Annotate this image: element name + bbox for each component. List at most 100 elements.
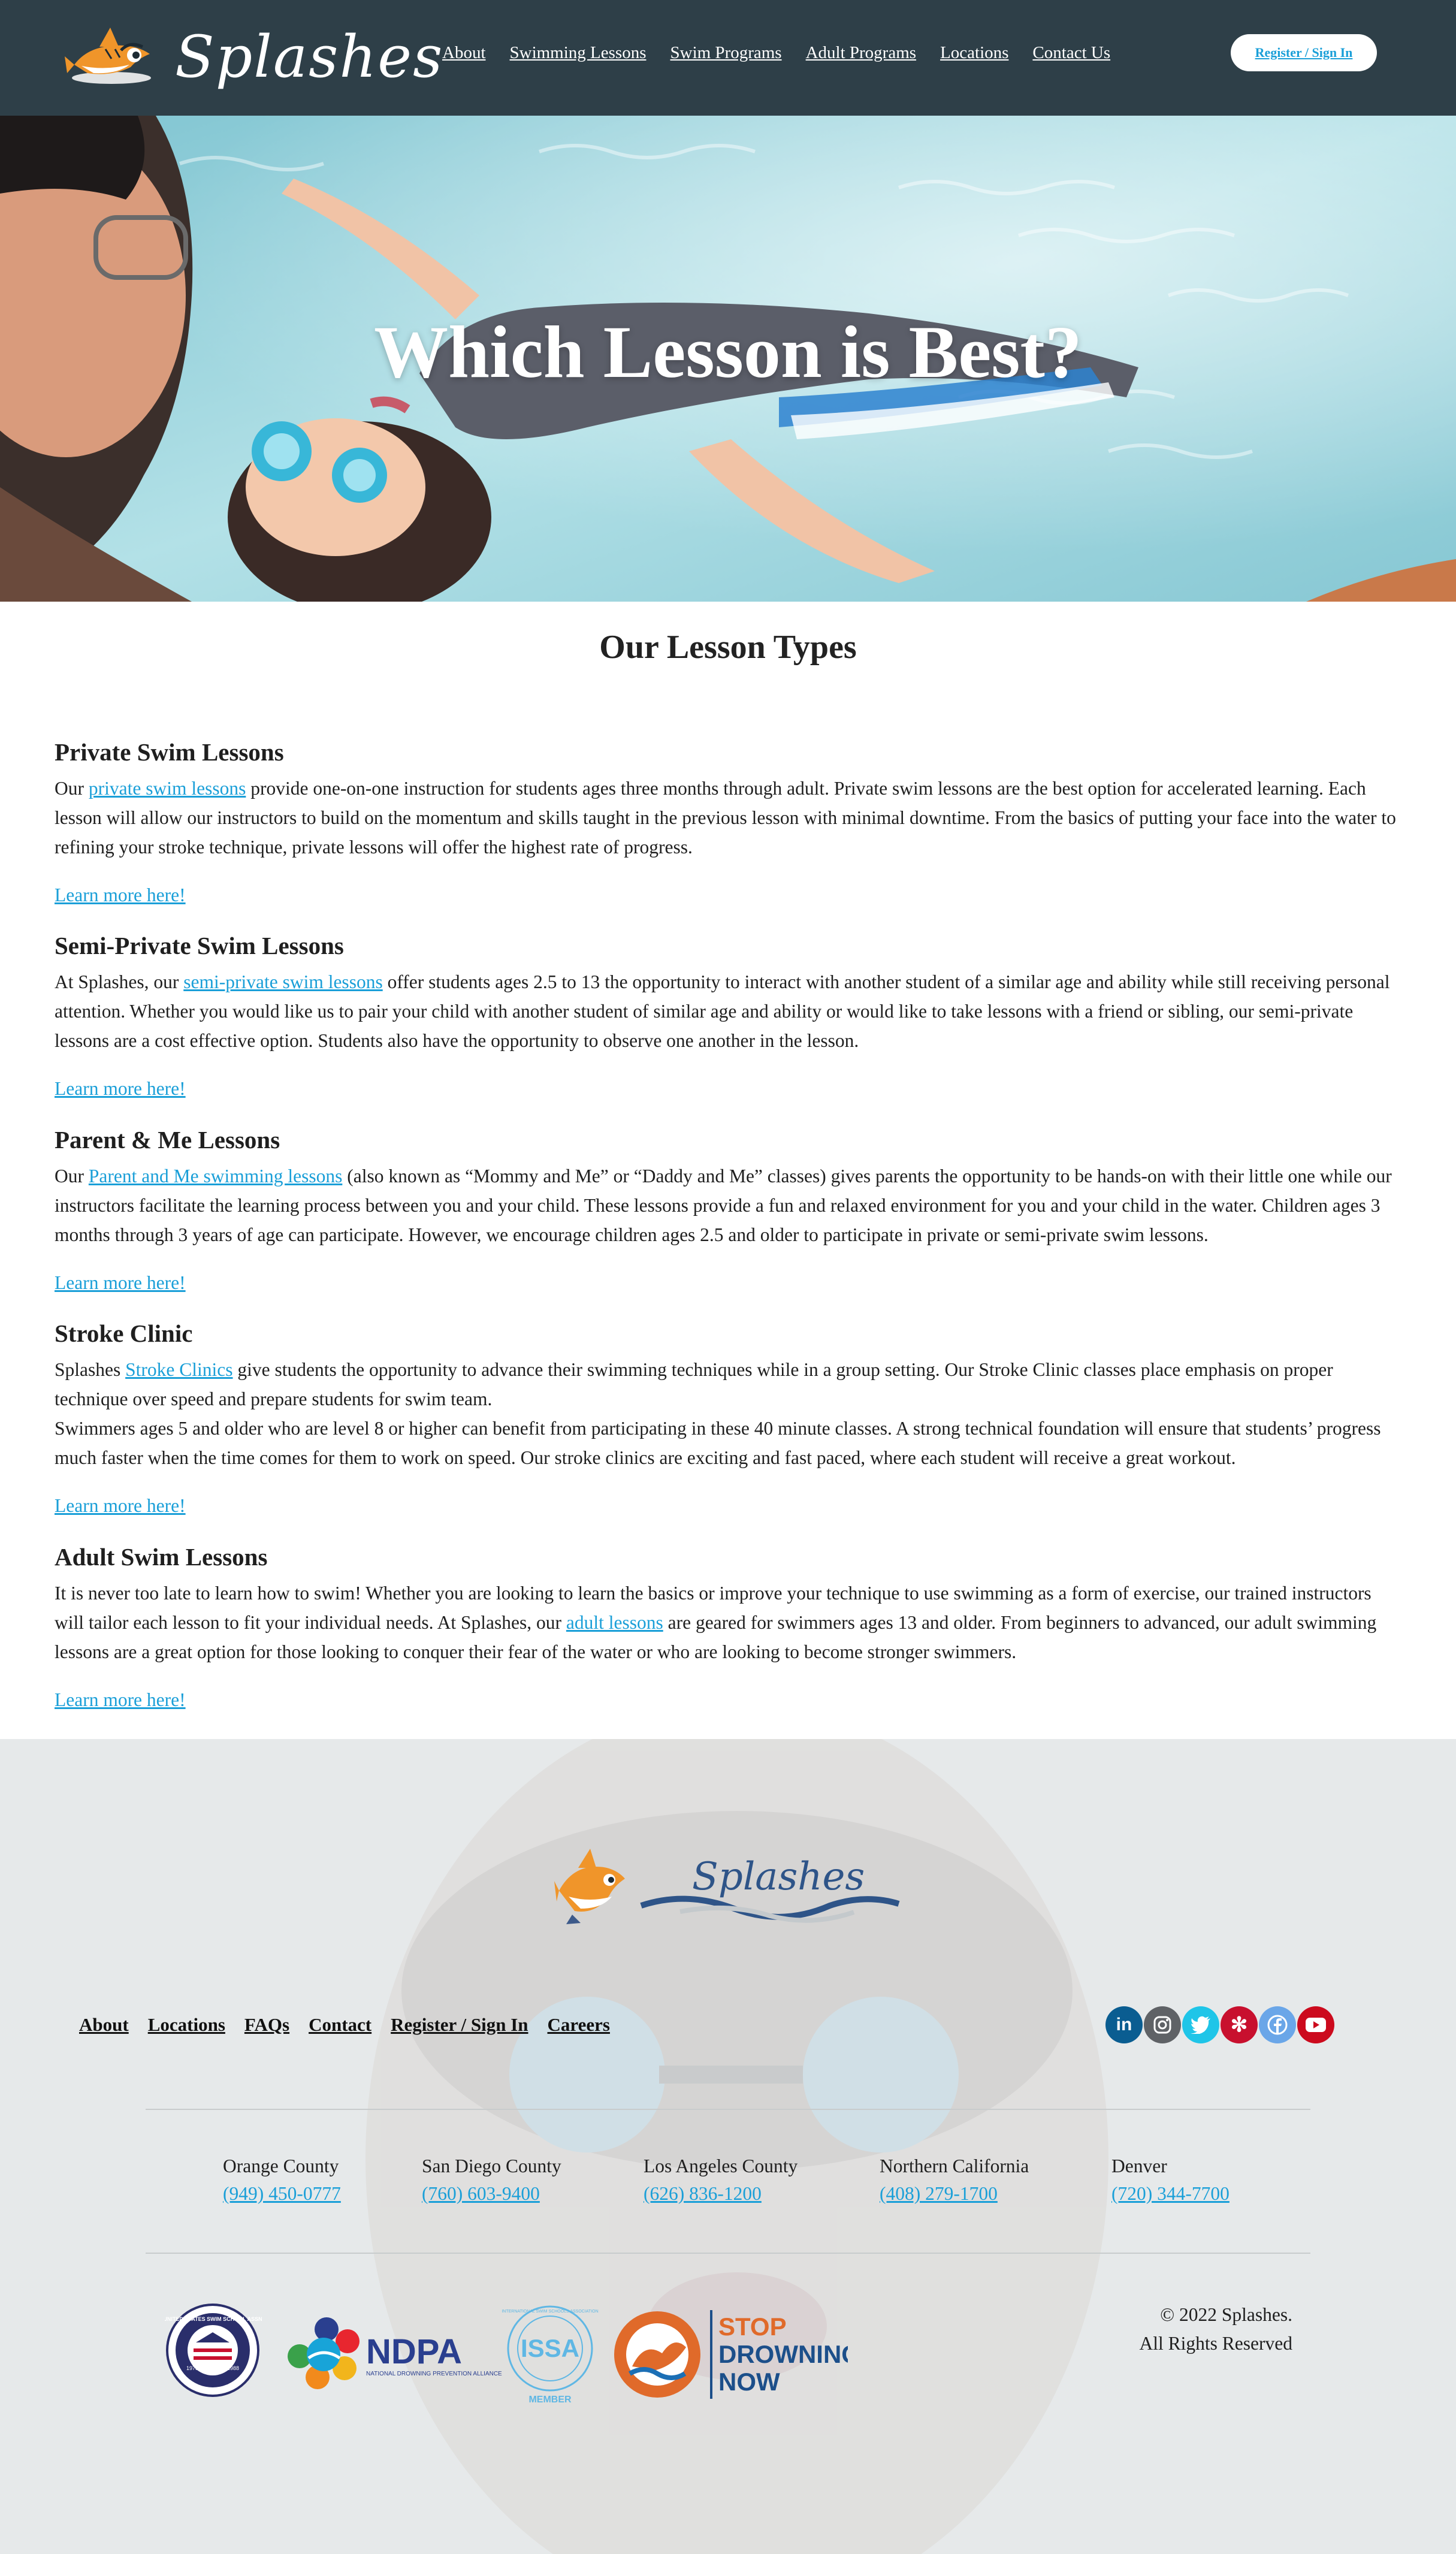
nav-swimming-lessons[interactable]: Swimming Lessons [510, 41, 647, 65]
text-fragment: At Splashes, our [55, 971, 184, 992]
linkedin-icon[interactable]: in [1105, 2006, 1143, 2043]
location-name: San Diego County [422, 2155, 561, 2176]
ndpa-badge[interactable]: NDPA NATIONAL DROWNING PREVENTION ALLIAN… [288, 2317, 502, 2389]
footer-divider [146, 2253, 1310, 2254]
parent-me-lessons-section: Parent & Me Lessons Our Parent and Me sw… [55, 1122, 1401, 1297]
yelp-icon[interactable]: ✻ [1221, 2006, 1258, 2043]
footer-logo[interactable]: Splashes [554, 1849, 902, 1933]
ndpa-subtitle: NATIONAL DROWNING PREVENTION ALLIANCE [366, 2371, 502, 2377]
instagram-glyph [1153, 2016, 1171, 2034]
usssa-badge[interactable]: UNITED STATES SWIM SCHOOL ASSN 1978 1988 [165, 2304, 262, 2397]
location-item: San Diego County (760) 603-9400 [422, 2153, 644, 2208]
footer-nav: About Locations FAQs Contact Register / … [79, 2012, 629, 2038]
stroke-clinics-link[interactable]: Stroke Clinics [125, 1359, 232, 1380]
issa-wordmark: ISSA [521, 2334, 579, 2362]
location-item: Northern California (408) 279-1700 [880, 2153, 1111, 2208]
nav-locations[interactable]: Locations [940, 41, 1008, 65]
private-lessons-link[interactable]: private swim lessons [89, 778, 246, 799]
section-text: At Splashes, our semi-private swim lesso… [55, 967, 1401, 1055]
footer-divider [146, 2109, 1310, 2110]
semi-private-lessons-section: Semi-Private Swim Lessons At Splashes, o… [55, 928, 1401, 1103]
section-heading: Stroke Clinic [55, 1320, 193, 1347]
drowning-label: DROWNING [718, 2340, 848, 2368]
hero-banner: Which Lesson is Best? [0, 116, 1456, 602]
location-name: Denver [1111, 2155, 1167, 2176]
footer-logo-wordmark: Splashes [692, 1855, 865, 1899]
stop-label: STOP [718, 2313, 787, 2341]
section-text: Our Parent and Me swimming lessons (also… [55, 1161, 1401, 1249]
issa-badge[interactable]: ISSA INTERNATIONAL SWIM SCHOOLS ASSOCIAT… [502, 2305, 599, 2405]
location-phone[interactable]: (760) 603-9400 [422, 2180, 644, 2208]
learn-more-private-link[interactable]: Learn more here! [55, 880, 1401, 910]
site-footer: Splashes About Locations FAQs Contact Re… [0, 1739, 1456, 2554]
section-heading: Parent & Me Lessons [55, 1126, 280, 1154]
youtube-glyph [1306, 2018, 1326, 2032]
location-phone[interactable]: (408) 279-1700 [880, 2180, 1111, 2208]
usssa-year-left: 1978 [186, 2365, 198, 2371]
location-name: Orange County [223, 2155, 339, 2176]
hero-title: Which Lesson is Best? [374, 311, 1082, 393]
location-phone[interactable]: (720) 344-7700 [1111, 2180, 1255, 2208]
section-text-2: Swimmers ages 5 and older who are level … [55, 1418, 1381, 1468]
section-heading: Adult Swim Lessons [55, 1543, 268, 1571]
site-logo[interactable]: Splashes [64, 22, 442, 93]
instagram-icon[interactable] [1144, 2006, 1181, 2043]
stroke-clinic-section: Stroke Clinic Splashes Stroke Clinics gi… [55, 1315, 1401, 1520]
fish-mascot-icon [554, 1849, 625, 1924]
location-phone[interactable]: (949) 450-0777 [223, 2180, 422, 2208]
learn-more-adult-link[interactable]: Learn more here! [55, 1685, 1401, 1714]
facebook-icon[interactable] [1259, 2006, 1296, 2043]
learn-more-semi-private-link[interactable]: Learn more here! [55, 1074, 1401, 1103]
youtube-icon[interactable] [1297, 2006, 1334, 2043]
twitter-icon[interactable] [1182, 2006, 1219, 2043]
footer-nav-contact[interactable]: Contact [309, 2012, 371, 2038]
stop-drowning-now-badge[interactable]: STOP DROWNING NOW [614, 2310, 848, 2399]
footer-nav-about[interactable]: About [79, 2012, 129, 2038]
nav-swim-programs[interactable]: Swim Programs [670, 41, 782, 65]
social-links: in ✻ [1105, 2006, 1336, 2043]
usssa-year-right: 1988 [227, 2365, 239, 2371]
text-fragment: Splashes [55, 1359, 126, 1380]
register-sign-in-button[interactable]: Register / Sign In [1231, 34, 1377, 71]
text-fragment: give students the opportunity to advance… [55, 1359, 1333, 1409]
text-fragment: provide one-on-one instruction for stude… [55, 778, 1396, 858]
twitter-glyph [1191, 2016, 1210, 2034]
facebook-glyph [1267, 2015, 1288, 2035]
logo-wordmark: Splashes [175, 23, 444, 90]
footer-nav-locations[interactable]: Locations [148, 2012, 225, 2038]
issa-member-label: MEMBER [528, 2395, 572, 2405]
location-item: Los Angeles County (626) 836-1200 [644, 2153, 880, 2208]
issa-ring-text: INTERNATIONAL SWIM SCHOOLS ASSOCIATION [502, 2310, 598, 2314]
location-name: Los Angeles County [644, 2155, 798, 2176]
nav-adult-programs[interactable]: Adult Programs [806, 41, 916, 65]
location-name: Northern California [880, 2155, 1029, 2176]
semi-private-lessons-link[interactable]: semi-private swim lessons [183, 971, 382, 992]
copyright-line-2: All Rights Reserved [1139, 2333, 1292, 2354]
location-phone[interactable]: (626) 836-1200 [644, 2180, 880, 2208]
section-text: Splashes Stroke Clinics give students th… [55, 1355, 1401, 1414]
affiliation-badges: UNITED STATES SWIM SCHOOL ASSN 1978 1988… [165, 2304, 848, 2405]
text-fragment: Our [55, 778, 89, 799]
section-text: Our private swim lessons provide one-on-… [55, 774, 1401, 862]
location-item: Denver (720) 344-7700 [1111, 2153, 1255, 2208]
nav-about[interactable]: About [442, 41, 486, 65]
site-header: Splashes About Swimming Lessons Swim Pro… [0, 0, 1456, 116]
learn-more-parent-me-link[interactable]: Learn more here! [55, 1268, 1401, 1297]
location-item: Orange County (949) 450-0777 [223, 2153, 422, 2208]
parent-me-lessons-link[interactable]: Parent and Me swimming lessons [89, 1166, 342, 1187]
main-nav: About Swimming Lessons Swim Programs Adu… [442, 41, 1134, 65]
fish-mascot-icon [65, 28, 151, 84]
footer-nav-faqs[interactable]: FAQs [244, 2012, 289, 2038]
learn-more-stroke-clinic-link[interactable]: Learn more here! [55, 1491, 1401, 1520]
copyright: © 2022 Splashes. All Rights Reserved [1019, 2301, 1292, 2358]
nav-contact-us[interactable]: Contact Us [1032, 41, 1110, 65]
text-fragment: Our [55, 1166, 89, 1187]
adult-lessons-link[interactable]: adult lessons [566, 1612, 663, 1633]
copyright-line-1: © 2022 Splashes. [1160, 2304, 1292, 2325]
icon-glyph: in [1116, 2015, 1132, 2034]
section-text: It is never too late to learn how to swi… [55, 1578, 1401, 1667]
footer-nav-register[interactable]: Register / Sign In [391, 2012, 528, 2038]
footer-nav-careers[interactable]: Careers [548, 2012, 610, 2038]
section-heading: Private Swim Lessons [55, 738, 284, 766]
usssa-ring-text: UNITED STATES SWIM SCHOOL ASSN [165, 2316, 262, 2322]
